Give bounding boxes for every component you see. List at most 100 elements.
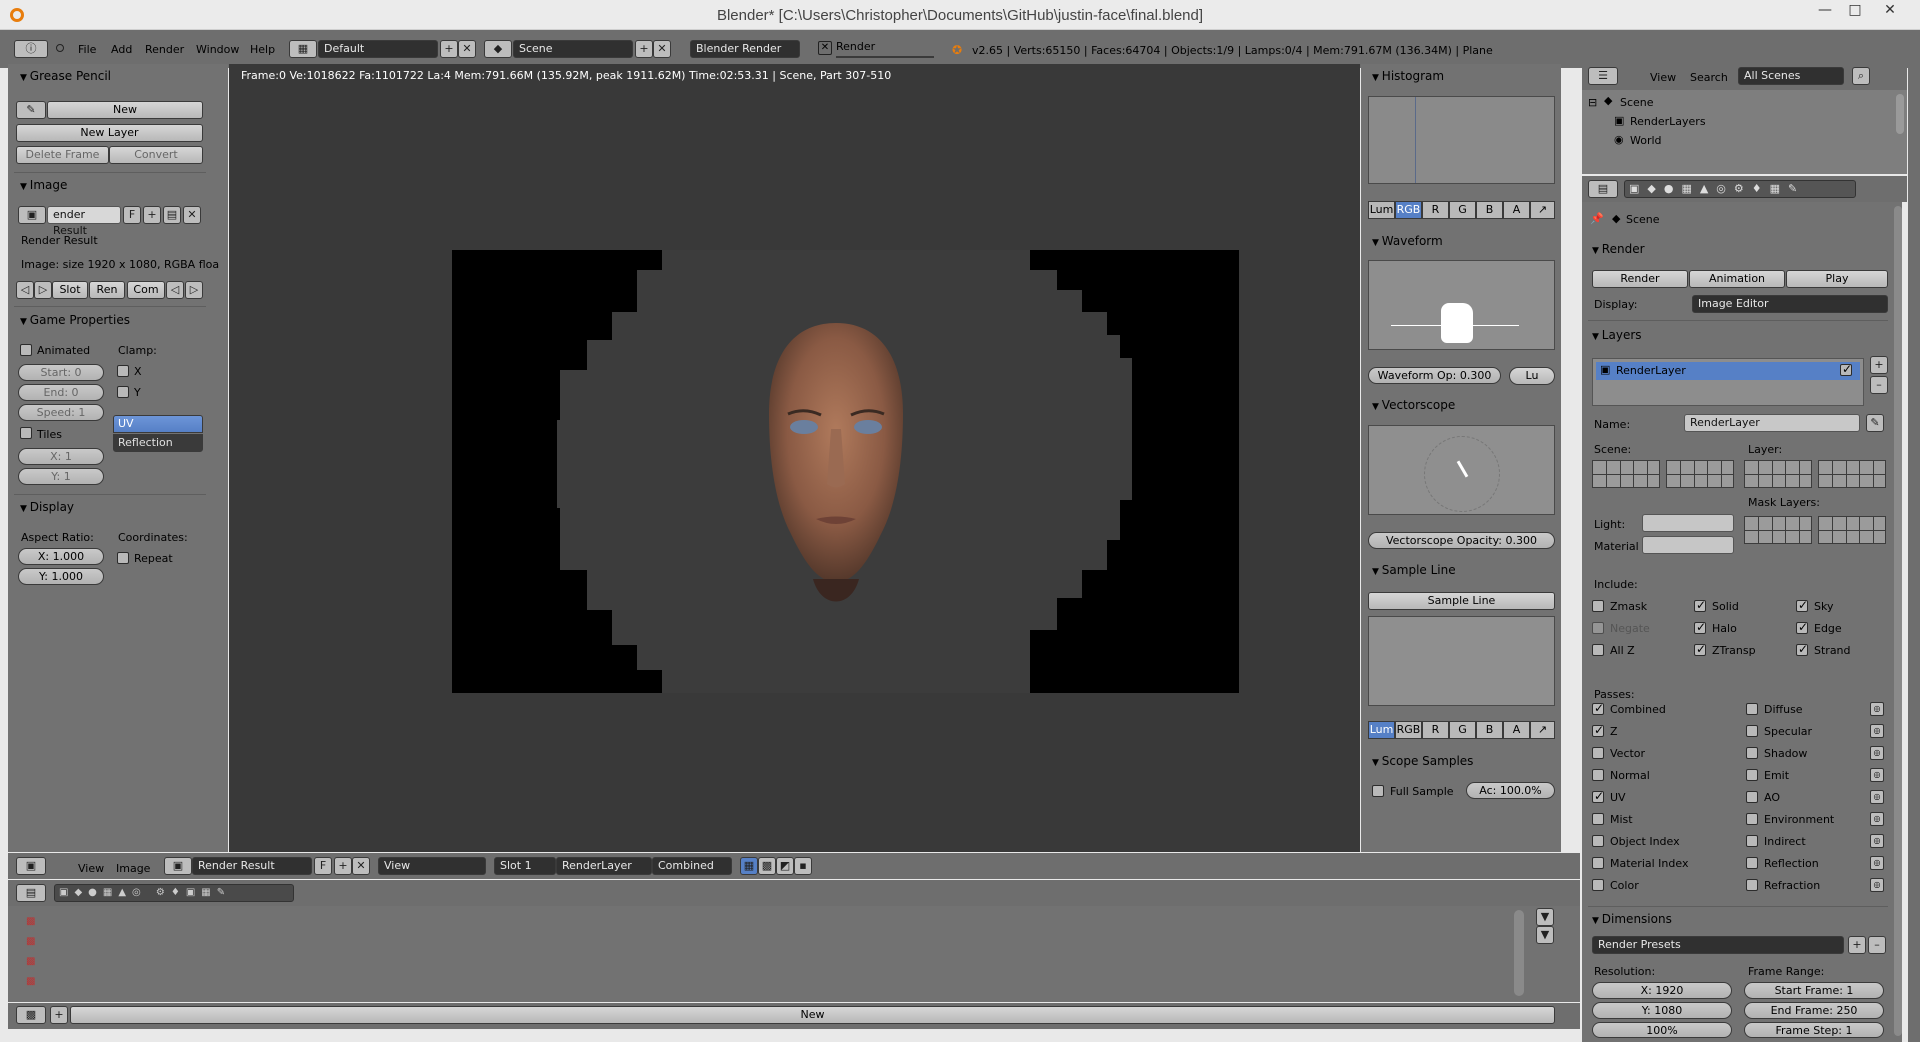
bottom-editor-type-icon[interactable]: ▤ xyxy=(16,884,46,902)
waveform-title[interactable]: Waveform xyxy=(1372,234,1443,248)
display-alpha-icon[interactable]: ▩ xyxy=(758,857,776,875)
end-frame-field[interactable]: End Frame: 250 xyxy=(1744,1002,1884,1019)
include-ztransp-checkbox[interactable] xyxy=(1694,642,1706,656)
prev-pass-icon[interactable]: ◁ xyxy=(166,281,184,299)
texture-list-area[interactable] xyxy=(8,906,1580,1002)
minimize-button[interactable]: — xyxy=(1810,0,1840,22)
layer-name-pin-icon[interactable]: ✎ xyxy=(1866,414,1884,432)
animation-button[interactable]: Animation xyxy=(1689,270,1785,288)
pass-environment-exclude-icon[interactable]: ◎ xyxy=(1870,812,1884,826)
outliner-item-renderlayers[interactable]: RenderLayers xyxy=(1630,115,1706,128)
channel-r[interactable]: R xyxy=(1422,201,1449,219)
remove-layer-icon[interactable]: – xyxy=(1870,376,1888,394)
pass-emit-exclude-icon[interactable]: ◎ xyxy=(1870,768,1884,782)
waveform-display[interactable] xyxy=(1368,260,1555,350)
outliner-scrollbar[interactable] xyxy=(1896,94,1904,134)
screen-layout-icon[interactable]: ▦ xyxy=(289,40,317,58)
unlink-image-icon[interactable]: ✕ xyxy=(183,206,201,224)
sample-channel-b[interactable]: B xyxy=(1476,721,1503,739)
outliner-menu-view[interactable]: View xyxy=(1650,71,1676,84)
pass-object-index-checkbox[interactable] xyxy=(1592,835,1604,847)
include-zmask-checkbox[interactable] xyxy=(1592,600,1604,612)
next-slot-icon[interactable]: ▷ xyxy=(34,281,52,299)
header-image-field[interactable]: Render Result xyxy=(192,857,312,875)
tiles-x-field[interactable]: X: 1 xyxy=(18,448,104,465)
add-layer-icon[interactable]: + xyxy=(1870,356,1888,374)
scroll-down-icon[interactable]: ▼ xyxy=(1536,926,1554,944)
pass-color-checkbox[interactable] xyxy=(1592,879,1604,891)
pass-indirect-exclude-icon[interactable]: ◎ xyxy=(1870,834,1884,848)
speed-field[interactable]: Speed: 1 xyxy=(18,404,104,421)
menu-help[interactable]: Help xyxy=(250,43,275,56)
sample-log-icon[interactable]: ↗ xyxy=(1530,721,1555,739)
pass-refraction-exclude-icon[interactable]: ◎ xyxy=(1870,878,1884,892)
menu-render[interactable]: Render xyxy=(145,43,184,56)
pass-ao-checkbox[interactable] xyxy=(1746,791,1758,803)
outliner-item-world[interactable]: World xyxy=(1630,134,1662,147)
pass-reflection-exclude-icon[interactable]: ◎ xyxy=(1870,856,1884,870)
aspect-x-field[interactable]: X: 1.000 xyxy=(18,548,104,565)
convert-button[interactable]: Convert xyxy=(109,146,203,164)
pass-ao-exclude-icon[interactable]: ◎ xyxy=(1870,790,1884,804)
pass-shadow-checkbox[interactable] xyxy=(1746,747,1758,759)
close-button[interactable]: ✕ xyxy=(1870,0,1910,22)
start-frame-field[interactable]: Start Frame: 1 xyxy=(1744,982,1884,999)
texture-add-icon[interactable]: + xyxy=(50,1006,68,1024)
waveform-mode-select[interactable]: Lu xyxy=(1509,367,1555,385)
remove-preset-icon[interactable]: – xyxy=(1868,936,1886,954)
include-halo-checkbox[interactable] xyxy=(1694,620,1706,634)
light-group-field[interactable] xyxy=(1642,514,1734,532)
pass-diffuse-exclude-icon[interactable]: ◎ xyxy=(1870,702,1884,716)
scene-layers-grid-b[interactable] xyxy=(1666,460,1734,488)
header-slot-select[interactable]: Slot 1 xyxy=(494,857,556,875)
image-name-field[interactable]: ender Result xyxy=(47,206,121,237)
include-strand-checkbox[interactable] xyxy=(1796,642,1808,656)
scene-field[interactable]: Scene xyxy=(513,40,633,58)
new-image-icon[interactable]: + xyxy=(143,206,161,224)
pass-combined-checkbox[interactable] xyxy=(1592,701,1604,715)
properties-type-icon[interactable]: ▤ xyxy=(1588,180,1618,198)
pass-specular-exclude-icon[interactable]: ◎ xyxy=(1870,724,1884,738)
header-pass-select[interactable]: Combined xyxy=(652,857,732,875)
tiles-checkbox[interactable] xyxy=(20,427,32,439)
grease-new-button[interactable]: New xyxy=(47,101,203,119)
dimensions-panel-title[interactable]: Dimensions xyxy=(1592,912,1672,926)
render-button[interactable]: Render xyxy=(1592,270,1688,288)
texture-type-icon[interactable]: ▩ xyxy=(16,1006,46,1024)
prev-slot-icon[interactable]: ◁ xyxy=(16,281,34,299)
pin-icon[interactable]: 📌 xyxy=(1590,212,1604,225)
display-pin-icon[interactable]: ▪ xyxy=(794,857,812,875)
header-fake-user-button[interactable]: F xyxy=(314,857,332,875)
sample-channel-g[interactable]: G xyxy=(1449,721,1476,739)
play-button[interactable]: Play xyxy=(1786,270,1888,288)
sample-line-button[interactable]: Sample Line xyxy=(1368,592,1555,610)
channel-a[interactable]: A xyxy=(1503,201,1530,219)
vectorscope-title[interactable]: Vectorscope xyxy=(1372,398,1455,412)
image-browse-header-icon[interactable]: ▣ xyxy=(164,857,192,875)
clamp-x-checkbox[interactable] xyxy=(117,365,129,377)
image-panel-title[interactable]: Image xyxy=(20,178,68,192)
pass-normal-checkbox[interactable] xyxy=(1592,769,1604,781)
channel-lum[interactable]: Lum xyxy=(1368,201,1395,219)
delete-frame-button[interactable]: Delete Frame xyxy=(16,146,109,164)
resolution-y-field[interactable]: Y: 1080 xyxy=(1592,1002,1732,1019)
pass-indirect-checkbox[interactable] xyxy=(1746,835,1758,847)
outliner-type-icon[interactable]: ☰ xyxy=(1588,67,1618,85)
outliner-filter-select[interactable]: All Scenes xyxy=(1738,67,1844,85)
scene-icon[interactable]: ◆ xyxy=(484,40,512,58)
maximize-button[interactable]: □ xyxy=(1840,0,1870,22)
combined-pass-select[interactable]: Com xyxy=(127,281,165,299)
mask-layers-grid-b[interactable] xyxy=(1818,516,1886,544)
screen-layout-field[interactable]: Default xyxy=(318,40,438,58)
start-field[interactable]: Start: 0 xyxy=(18,364,104,381)
render-layer-row[interactable]: ▣ RenderLayer xyxy=(1596,362,1860,380)
image-browse-icon[interactable]: ▣ xyxy=(18,206,46,224)
channel-b[interactable]: B xyxy=(1476,201,1503,219)
aspect-y-field[interactable]: Y: 1.000 xyxy=(18,568,104,585)
end-field[interactable]: End: 0 xyxy=(18,384,104,401)
sample-channel-rgb[interactable]: RGB xyxy=(1395,721,1422,739)
scope-samples-title[interactable]: Scope Samples xyxy=(1372,754,1474,768)
image-menu-image[interactable]: Image xyxy=(116,862,150,875)
header-layer-select[interactable]: RenderLayer xyxy=(556,857,652,875)
render-presets-select[interactable]: Render Presets xyxy=(1592,936,1844,954)
